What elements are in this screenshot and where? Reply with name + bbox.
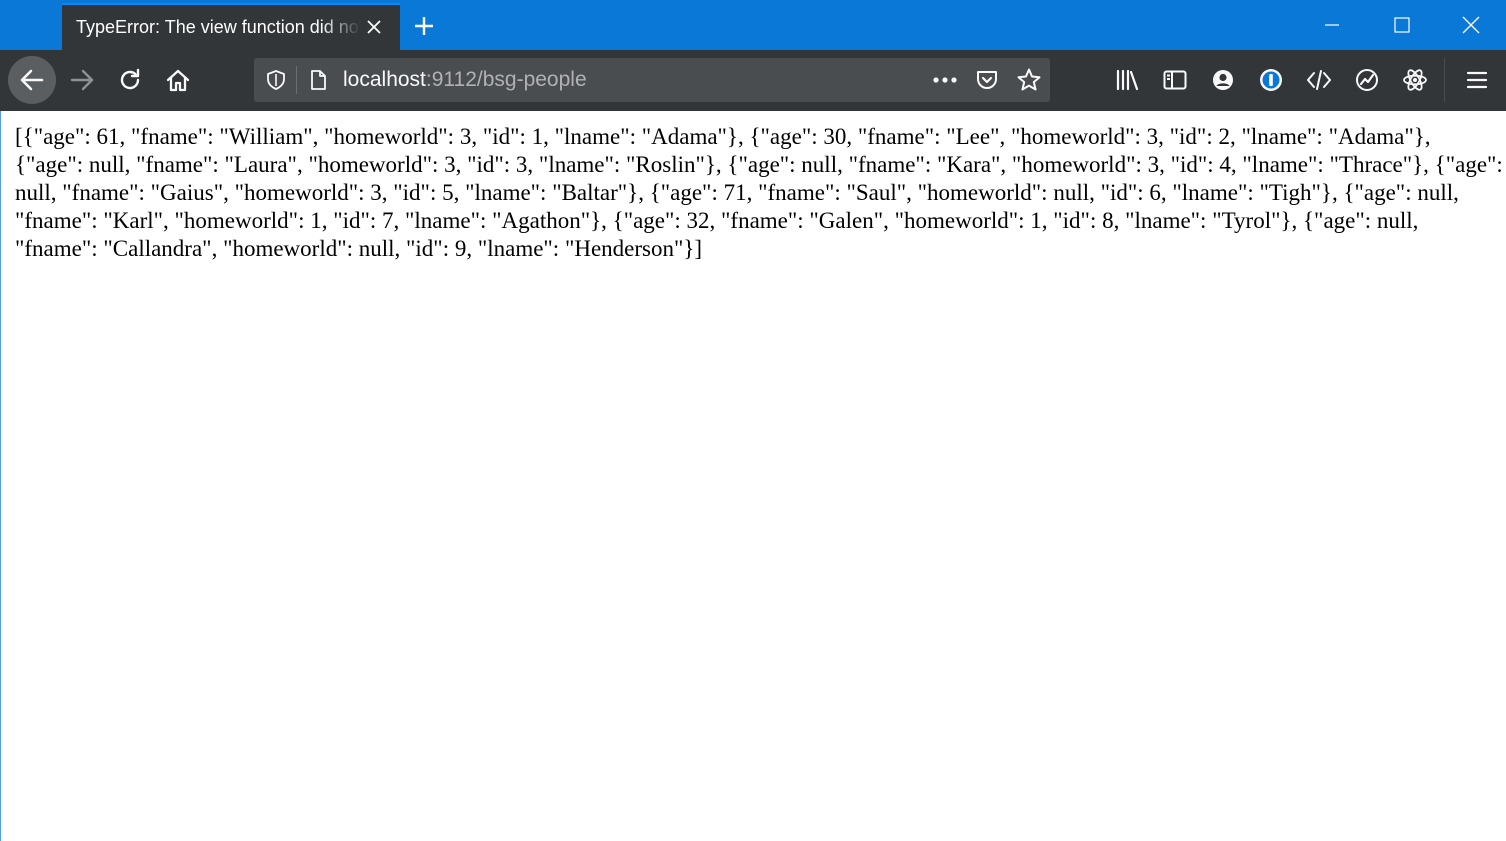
url-path: :9112/bsg-people (425, 68, 587, 91)
json-response-text: [{"age": 61, "fname": "William", "homewo… (15, 124, 1503, 261)
navigation-toolbar: localhost:9112/bsg-people (0, 50, 1506, 111)
minimize-icon[interactable] (1298, 0, 1366, 50)
forward-arrow-icon[interactable] (60, 58, 104, 102)
url-text[interactable]: localhost:9112/bsg-people (343, 68, 587, 92)
bookmark-star-icon[interactable] (1013, 64, 1045, 96)
extension-icon[interactable] (1345, 58, 1389, 102)
hamburger-menu-icon[interactable] (1455, 58, 1499, 102)
title-bar: TypeError: The view function did not ret… (0, 0, 1506, 50)
address-bar[interactable]: localhost:9112/bsg-people (254, 58, 1050, 102)
account-icon[interactable] (1201, 58, 1245, 102)
toolbar-separator (1444, 58, 1445, 102)
more-dots-icon[interactable] (929, 64, 961, 96)
plus-icon[interactable] (410, 12, 438, 40)
maximize-icon[interactable] (1368, 0, 1436, 50)
active-tab[interactable]: TypeError: The view function did not ret… (62, 3, 400, 50)
library-icon[interactable] (1105, 58, 1149, 102)
pocket-icon[interactable] (971, 64, 1003, 96)
reload-icon[interactable] (108, 58, 152, 102)
tab-close-icon[interactable] (362, 15, 386, 39)
sidebar-icon[interactable] (1153, 58, 1197, 102)
page-icon[interactable] (302, 64, 334, 96)
password-manager-icon[interactable] (1249, 58, 1293, 102)
tab-title: TypeError: The view function did not ret… (76, 17, 361, 37)
close-icon[interactable] (1437, 0, 1505, 50)
shield-icon[interactable] (260, 64, 292, 96)
url-separator (296, 66, 297, 94)
home-icon[interactable] (156, 58, 200, 102)
back-arrow-icon[interactable] (8, 56, 56, 104)
web-developer-icon[interactable] (1297, 58, 1341, 102)
url-host: localhost (343, 68, 426, 91)
tab-accent-line (62, 3, 400, 5)
react-devtools-icon[interactable] (1393, 58, 1437, 102)
page-content: [{"age": 61, "fname": "William", "homewo… (0, 111, 1506, 841)
